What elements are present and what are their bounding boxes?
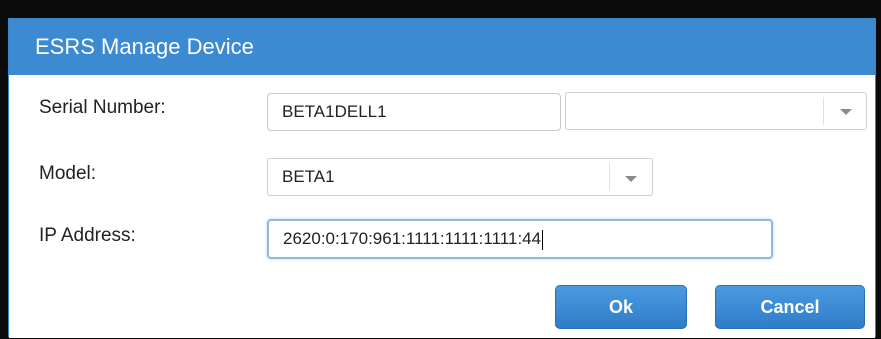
chevron-down-icon[interactable] — [625, 176, 637, 182]
screen-frame: ESRS Manage Device Serial Number: BETA1D… — [0, 0, 881, 339]
cancel-button[interactable]: Cancel — [715, 285, 865, 329]
dialog-title: ESRS Manage Device — [9, 19, 875, 75]
serial-number-field[interactable]: BETA1DELL1 — [267, 93, 561, 131]
ip-address-field[interactable]: 2620:0:170:961:1111:1111:1111:44 — [267, 219, 773, 259]
esrs-manage-device-dialog: ESRS Manage Device Serial Number: BETA1D… — [8, 18, 876, 338]
dialog-body: Serial Number: BETA1DELL1 Model: BETA1 I… — [9, 75, 875, 270]
dialog-footer: Ok Cancel — [9, 269, 875, 338]
model-label: Model: — [39, 163, 97, 184]
chevron-down-icon[interactable] — [840, 109, 852, 115]
model-dropdown[interactable]: BETA1 — [267, 158, 653, 196]
serial-number-value: BETA1DELL1 — [282, 102, 387, 121]
ip-address-value: 2620:0:170:961:1111:1111:1111:44 — [283, 229, 542, 248]
ip-address-label: IP Address: — [39, 225, 136, 246]
ok-button[interactable]: Ok — [555, 285, 687, 329]
serial-number-label: Serial Number: — [39, 97, 166, 118]
dropdown-separator — [823, 97, 824, 125]
model-value: BETA1 — [282, 167, 335, 186]
serial-number-dropdown[interactable] — [565, 92, 867, 130]
dropdown-separator — [609, 163, 610, 191]
text-caret — [542, 229, 544, 250]
